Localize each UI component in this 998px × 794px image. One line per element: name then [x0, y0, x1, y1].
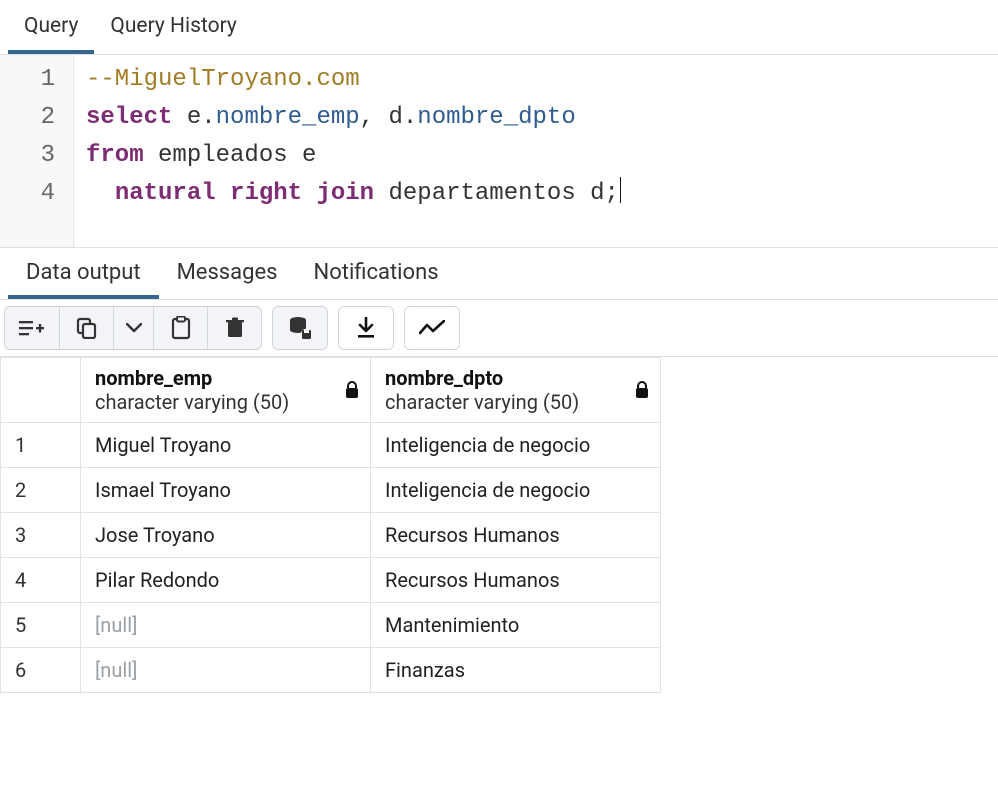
table-row[interactable]: 6 [null] Finanzas	[1, 648, 661, 693]
cell-dpto[interactable]: Inteligencia de negocio	[371, 423, 661, 468]
results-toolbar	[0, 300, 998, 357]
grid-header-row: nombre_emp character varying (50) nombre…	[1, 358, 661, 423]
col-nombre-emp: nombre_emp	[216, 104, 360, 131]
line-number: 4	[0, 175, 55, 213]
alias-e2: e	[302, 142, 316, 169]
kw-natural: natural	[115, 180, 216, 207]
cell-emp[interactable]: Ismael Troyano	[81, 468, 371, 513]
alias-d2: d	[590, 180, 604, 207]
cell-emp[interactable]: Jose Troyano	[81, 513, 371, 558]
row-number: 5	[1, 603, 81, 648]
download-icon	[356, 317, 376, 339]
tab-data-output[interactable]: Data output	[8, 248, 159, 299]
row-number: 4	[1, 558, 81, 603]
alias-e: e	[187, 104, 201, 131]
col-name: nombre_emp	[95, 366, 358, 390]
table-row[interactable]: 1 Miguel Troyano Inteligencia de negocio	[1, 423, 661, 468]
lock-icon	[344, 381, 360, 399]
tab-notifications[interactable]: Notifications	[296, 248, 457, 299]
col-header-nombre-dpto[interactable]: nombre_dpto character varying (50)	[371, 358, 661, 423]
cell-dpto[interactable]: Recursos Humanos	[371, 513, 661, 558]
editor-gutter: 1 2 3 4	[0, 55, 74, 247]
lock-icon	[634, 381, 650, 399]
line-number: 1	[0, 61, 55, 99]
chevron-down-icon	[126, 323, 142, 333]
tab-query[interactable]: Query	[8, 0, 94, 54]
editor-cursor	[620, 177, 621, 203]
table-row[interactable]: 5 [null] Mantenimiento	[1, 603, 661, 648]
save-data-button[interactable]	[273, 307, 327, 349]
toolbar-group-4	[404, 306, 460, 350]
trash-icon	[225, 317, 245, 339]
table-row[interactable]: 3 Jose Troyano Recursos Humanos	[1, 513, 661, 558]
query-tabs: Query Query History	[0, 0, 998, 55]
add-row-button[interactable]	[5, 307, 59, 349]
cell-emp[interactable]: [null]	[81, 603, 371, 648]
kw-right: right	[230, 180, 302, 207]
cell-emp[interactable]: Pilar Redondo	[81, 558, 371, 603]
row-number: 6	[1, 648, 81, 693]
editor-code[interactable]: --MiguelTroyano.com select e.nombre_emp,…	[74, 55, 621, 247]
sql-editor[interactable]: 1 2 3 4 --MiguelTroyano.com select e.nom…	[0, 55, 998, 247]
copy-dropdown-button[interactable]	[113, 307, 153, 349]
table-row[interactable]: 2 Ismael Troyano Inteligencia de negocio	[1, 468, 661, 513]
tab-messages[interactable]: Messages	[159, 248, 296, 299]
col-nombre-dpto: nombre_dpto	[417, 104, 575, 131]
cell-emp[interactable]: [null]	[81, 648, 371, 693]
cell-dpto[interactable]: Recursos Humanos	[371, 558, 661, 603]
toolbar-group-3	[338, 306, 394, 350]
cell-dpto[interactable]: Finanzas	[371, 648, 661, 693]
results-grid[interactable]: nombre_emp character varying (50) nombre…	[0, 357, 661, 693]
cell-dpto[interactable]: Inteligencia de negocio	[371, 468, 661, 513]
toolbar-group-1	[4, 306, 262, 350]
add-row-icon	[19, 318, 45, 338]
delete-button[interactable]	[207, 307, 261, 349]
download-button[interactable]	[339, 307, 393, 349]
cell-dpto[interactable]: Mantenimiento	[371, 603, 661, 648]
sql-comment: --MiguelTroyano.com	[86, 66, 360, 93]
copy-button[interactable]	[59, 307, 113, 349]
tab-query-history[interactable]: Query History	[94, 0, 252, 54]
col-header-nombre-emp[interactable]: nombre_emp character varying (50)	[81, 358, 371, 423]
toolbar-group-2	[272, 306, 328, 350]
paste-button[interactable]	[153, 307, 207, 349]
tbl-departamentos: departamentos	[388, 180, 575, 207]
kw-from: from	[86, 142, 144, 169]
tbl-empleados: empleados	[158, 142, 288, 169]
col-type: character varying (50)	[385, 390, 648, 414]
col-type: character varying (50)	[95, 390, 358, 414]
kw-join: join	[316, 180, 374, 207]
chart-button[interactable]	[405, 307, 459, 349]
grid-corner	[1, 358, 81, 423]
alias-d: d	[388, 104, 402, 131]
line-number: 3	[0, 137, 55, 175]
copy-icon	[76, 317, 98, 339]
row-number: 2	[1, 468, 81, 513]
clipboard-icon	[171, 316, 191, 340]
chart-line-icon	[419, 320, 445, 336]
table-row[interactable]: 4 Pilar Redondo Recursos Humanos	[1, 558, 661, 603]
row-number: 3	[1, 513, 81, 558]
kw-select: select	[86, 104, 172, 131]
row-number: 1	[1, 423, 81, 468]
line-number: 2	[0, 99, 55, 137]
database-save-icon	[288, 316, 312, 340]
cell-emp[interactable]: Miguel Troyano	[81, 423, 371, 468]
col-name: nombre_dpto	[385, 366, 648, 390]
output-tabs: Data output Messages Notifications	[0, 247, 998, 300]
